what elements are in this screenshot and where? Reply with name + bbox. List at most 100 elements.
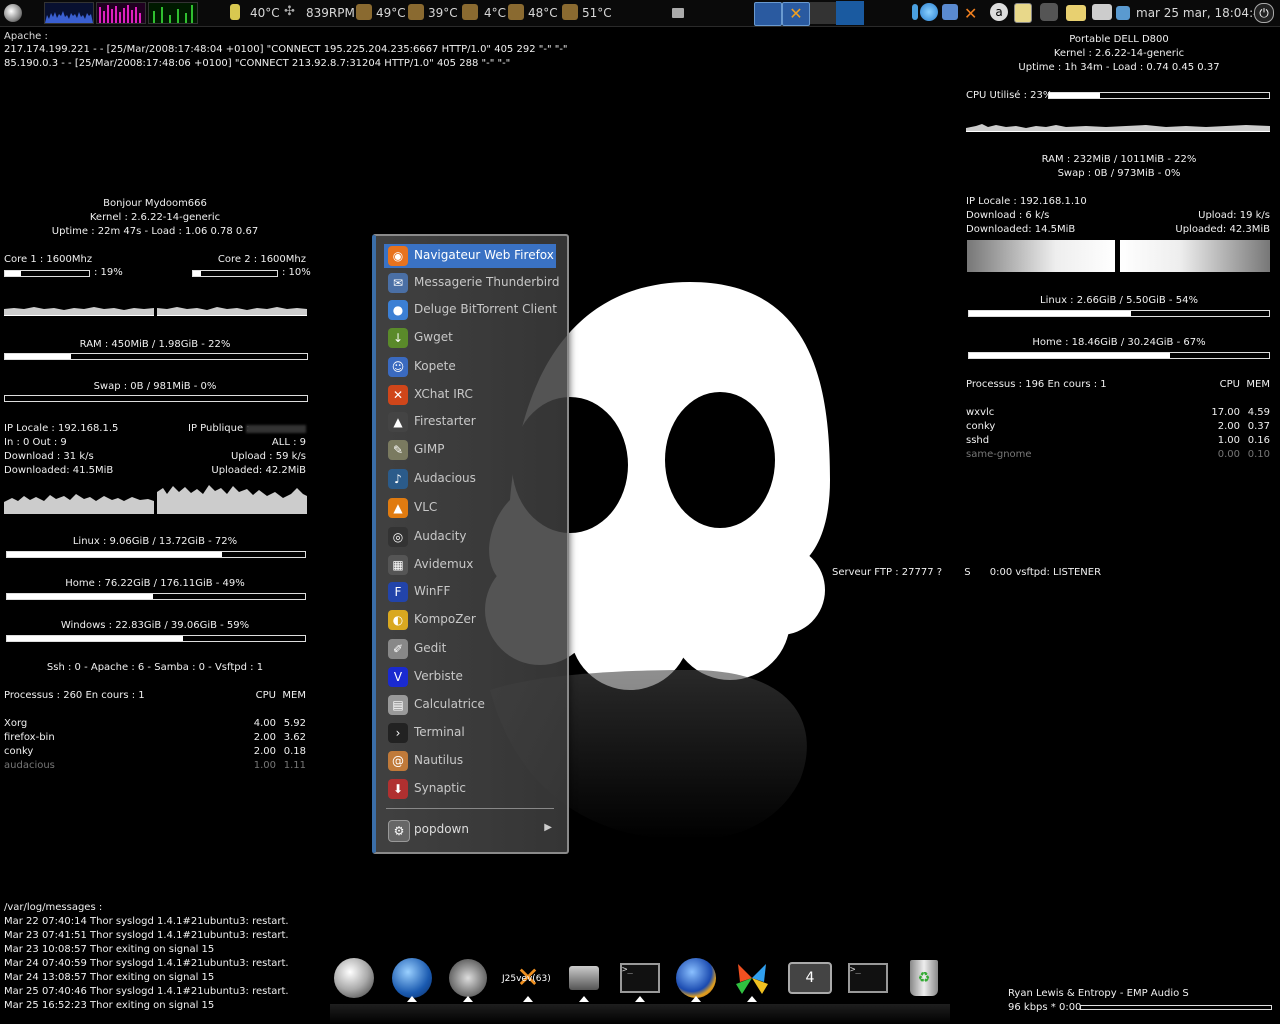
upload-rate: Upload : 59 k/s xyxy=(230,451,306,462)
syslog-line: Mar 24 07:40:59 Thor syslogd 1.4.1#21ubu… xyxy=(4,958,289,969)
clock[interactable]: mar 25 mar, 18:04:44 xyxy=(1136,6,1268,20)
menu-item-terminal[interactable]: › Terminal xyxy=(384,721,556,745)
menu-item-audacity[interactable]: ◎ Audacity xyxy=(384,525,556,549)
menu-item-vlc[interactable]: ▲ VLC xyxy=(384,496,556,520)
core1-label: Core 1 : 1600Mhz xyxy=(4,254,93,265)
menu-item-label: KompoZer xyxy=(414,612,476,626)
workspace-active[interactable] xyxy=(836,1,864,25)
volume-icon[interactable] xyxy=(1116,6,1130,20)
menu-item-synaptic[interactable]: ⬇ Synaptic xyxy=(384,777,556,801)
ip-locale: IP Locale : 192.168.1.5 xyxy=(4,423,119,434)
taskbar-firefox-button[interactable] xyxy=(754,2,782,26)
right-home-label: Home : 18.46GiB / 30.24GiB - 67% xyxy=(1032,337,1206,348)
menu-item-calculator[interactable]: ▤ Calculatrice xyxy=(384,693,556,717)
temp-3: 4°C xyxy=(484,6,507,20)
notes-icon[interactable] xyxy=(1014,3,1032,23)
ram-bar xyxy=(4,353,308,360)
dock-terminal-icon[interactable]: >_ xyxy=(618,958,662,998)
menu-item-winff[interactable]: F WinFF xyxy=(384,580,556,604)
menu-item-gimp[interactable]: ✎ GIMP xyxy=(384,438,556,462)
dock-drive-icon[interactable] xyxy=(562,958,606,998)
process-mem: 1.11 xyxy=(283,760,306,771)
menu-item-label: Nautilus xyxy=(414,753,464,767)
menu-item-xchat[interactable]: ✕ XChat IRC xyxy=(384,383,556,407)
menu-item-audacious[interactable]: ♪ Audacious xyxy=(384,467,556,491)
synaptic-icon: ⬇ xyxy=(388,779,408,799)
menu-item-firestarter[interactable]: ▲ Firestarter xyxy=(384,410,556,434)
in-out: In : 0 Out : 9 xyxy=(4,437,67,448)
running-indicator xyxy=(635,996,645,1002)
right-cpu-bar xyxy=(1048,92,1270,99)
firestarter-icon: ▲ xyxy=(388,412,408,432)
right-downloaded: Downloaded: 14.5MiB xyxy=(966,224,1076,235)
menu-item-label: Kopete xyxy=(414,359,456,373)
menu-item-gwget[interactable]: ↓ Gwget xyxy=(384,326,556,350)
gimp-icon: ✎ xyxy=(388,440,408,460)
menu-item-kopete[interactable]: ☺ Kopete xyxy=(384,355,556,379)
fan-icon: ✣ xyxy=(284,4,295,19)
process-cpu: 2.00 xyxy=(253,732,276,743)
notification-icon[interactable] xyxy=(912,4,918,20)
dock-settings-icon[interactable] xyxy=(446,958,490,998)
vlc-icon: ▲ xyxy=(388,498,408,518)
power-icon[interactable]: ⏻ xyxy=(1254,3,1274,23)
monitor-icon[interactable] xyxy=(1092,4,1112,20)
dock-ubuntu-icon[interactable] xyxy=(332,958,376,998)
right-ip-locale: IP Locale : 192.168.1.10 xyxy=(966,196,1087,207)
kompozer-icon: ◐ xyxy=(388,610,408,630)
menu-item-nautilus[interactable]: @ Nautilus xyxy=(384,749,556,773)
dock-terminal2-icon[interactable]: >_ xyxy=(846,958,890,998)
shield-icon[interactable] xyxy=(1040,3,1058,21)
xchat-tray-icon[interactable]: ✕ xyxy=(964,4,984,23)
right-upload: Upload: 19 k/s xyxy=(1198,210,1270,221)
process-name: conky xyxy=(4,746,34,757)
dock-firefox-icon[interactable] xyxy=(674,958,718,998)
nautilus-icon: @ xyxy=(388,751,408,771)
menu-item-verbiste[interactable]: V Verbiste xyxy=(384,665,556,689)
memory-graph xyxy=(96,2,146,24)
deluge-icon: ● xyxy=(388,300,408,320)
windows-bar xyxy=(6,635,306,642)
gwget-icon: ↓ xyxy=(388,328,408,348)
weather-icon[interactable] xyxy=(920,3,938,21)
greeting: Bonjour Mydoom666 xyxy=(103,198,207,209)
dock-messenger-icon[interactable] xyxy=(730,958,774,998)
dock-trash-icon[interactable]: ♻ xyxy=(902,958,946,998)
apache-line: 85.190.0.3 - - [25/Mar/2008:17:48:06 +01… xyxy=(4,58,511,69)
network-graph xyxy=(148,2,198,24)
workspace-switcher[interactable] xyxy=(810,2,836,24)
menu-item-firefox[interactable]: ◉ Navigateur Web Firefox xyxy=(384,244,556,268)
downloaded-total: Downloaded: 41.5MiB xyxy=(4,465,114,476)
right-cpu-graph xyxy=(966,116,1270,132)
process-cpu: 17.00 xyxy=(1211,407,1240,418)
menu-item-gedit[interactable]: ✐ Gedit xyxy=(384,637,556,661)
process-name: conky xyxy=(966,421,996,432)
lock-icon[interactable]: a xyxy=(990,3,1008,21)
menu-item-label: Terminal xyxy=(414,725,465,739)
ubuntu-menu-icon[interactable] xyxy=(4,4,22,22)
chip-icon xyxy=(356,4,372,20)
taskbar-xchat-button[interactable]: ✕ xyxy=(782,2,810,26)
show-desktop-icon[interactable] xyxy=(672,8,684,18)
right-home-bar-fill xyxy=(969,353,1170,358)
core1-bar-fill xyxy=(5,271,21,276)
network-icon[interactable] xyxy=(942,4,958,20)
dock-thunderbird-icon[interactable] xyxy=(390,958,434,998)
ip-publique-redacted xyxy=(246,425,306,433)
menu-item-label: Avidemux xyxy=(414,557,474,571)
menu-item-label: Firestarter xyxy=(414,414,476,428)
menu-item-label: Gwget xyxy=(414,330,453,344)
core1-bar xyxy=(4,270,90,277)
folder-icon[interactable] xyxy=(1066,5,1086,21)
menu-item-deluge[interactable]: ● Deluge BitTorrent Client xyxy=(384,298,557,322)
top-panel: 40°C ✣ 839RPM 49°C 39°C 4°C 48°C 51°C ✕ … xyxy=(0,0,1280,27)
menu-item-popdown[interactable]: ⚙ popdown ▶ xyxy=(384,818,556,842)
menu-item-avidemux[interactable]: ▦ Avidemux xyxy=(384,553,556,577)
dock-workspace-icon[interactable]: 4 xyxy=(788,958,832,998)
menu-item-thunderbird[interactable]: ✉ Messagerie Thunderbird xyxy=(384,271,559,295)
process-mem: 0.16 xyxy=(1247,435,1270,446)
menu-item-kompozer[interactable]: ◐ KompoZer xyxy=(384,608,556,632)
process-mem: 3.62 xyxy=(283,732,306,743)
music-track: Ryan Lewis & Entropy - EMP Audio S xyxy=(1008,988,1189,999)
right-uploaded: Uploaded: 42.3MiB xyxy=(1175,224,1270,235)
